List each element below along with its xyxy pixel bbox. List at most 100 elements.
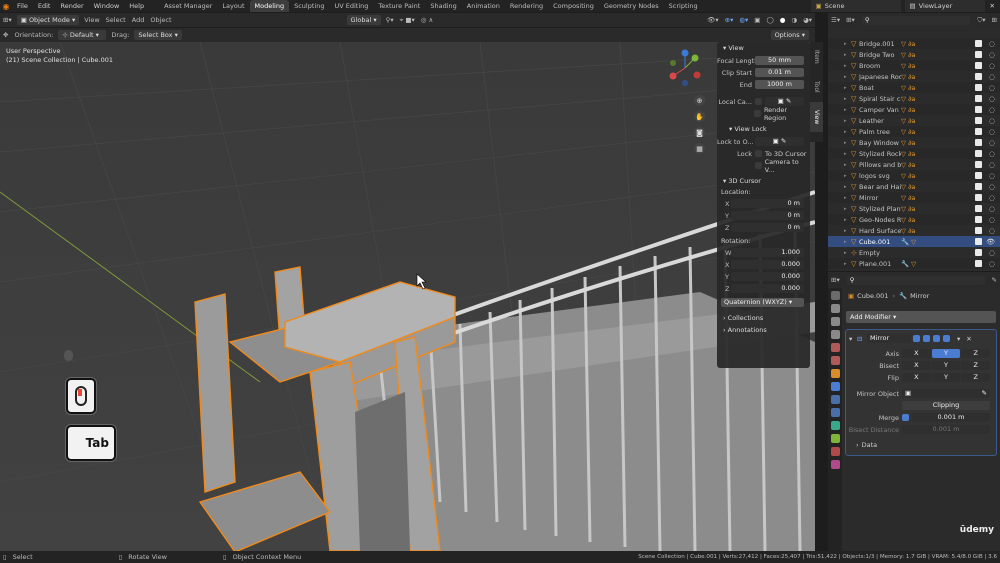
outliner-item-name[interactable]: Stylized Plant [859, 205, 901, 213]
outliner-row[interactable]: ▸ ▽ Palm tree ▽ ∂a ◌ [828, 126, 1000, 137]
outliner-display-mode-icon[interactable]: ⊞▾ [846, 16, 855, 24]
menu-render[interactable]: Render [55, 0, 88, 12]
viewlayer-selector[interactable]: ▤ ViewLayer [904, 0, 985, 12]
shading-rendered-icon[interactable]: ◕▾ [803, 16, 812, 24]
orientation-dropdown[interactable]: ⊹ Default ▾ [58, 30, 107, 40]
texture-tab-icon[interactable] [830, 460, 840, 469]
view-panel-header[interactable]: ▾ View [717, 42, 810, 54]
shading-wireframe-icon[interactable]: ◯ [766, 16, 773, 24]
pan-hand-icon[interactable]: ✋ [694, 111, 705, 122]
visibility-eye-icon[interactable]: ◌ [989, 172, 995, 180]
workspace-tab-compositing[interactable]: Compositing [548, 0, 599, 12]
expand-icon[interactable]: ▸ [844, 41, 851, 47]
outliner-search-input[interactable]: ⚲ [861, 15, 971, 25]
outliner-row[interactable]: ▸▽Plane.002🔧 ▽◌ [828, 269, 1000, 271]
pivot-icon[interactable]: ⚲▾ [386, 16, 394, 24]
expand-icon[interactable]: ▸ [844, 184, 851, 190]
clip-start-field[interactable]: 0.01 m [755, 68, 804, 77]
outliner-row[interactable]: ▸ ▽ Japanese Roof ▽ ∂a ◌ [828, 71, 1000, 82]
expand-icon[interactable]: ▸ [844, 107, 851, 113]
outliner-item-name[interactable]: Pillows and bed [859, 161, 901, 169]
exclude-checkbox[interactable] [975, 172, 982, 179]
outliner-row[interactable]: ▸▽Stylized Rocks▽ ∂a ◌ [828, 148, 1000, 159]
axis-x-toggle[interactable]: X [902, 349, 931, 358]
expand-icon[interactable]: ▸ [844, 195, 851, 201]
render-tab-icon[interactable] [830, 304, 840, 313]
expand-icon[interactable]: ▸ [844, 74, 851, 80]
material-tab-icon[interactable] [830, 447, 840, 456]
visibility-eye-icon[interactable]: ◌ [989, 227, 995, 235]
workspace-tab-modeling[interactable]: Modeling [249, 0, 290, 12]
scene-tab-icon[interactable] [830, 343, 840, 352]
cursor-location-x[interactable]: 0 m [731, 199, 804, 208]
expand-icon[interactable]: ▸ [844, 96, 851, 102]
outliner-item-name[interactable]: Broom [859, 62, 901, 70]
visibility-icon[interactable]: 👁▾ [707, 16, 719, 24]
expand-icon[interactable]: ▸ [844, 162, 851, 168]
mode-dropdown[interactable]: ▣ Object Mode ▾ [16, 15, 80, 25]
outliner-item-name[interactable]: Plane.001 [859, 260, 901, 268]
view-layer-tab-icon[interactable] [830, 330, 840, 339]
local-camera-checkbox[interactable] [755, 98, 762, 105]
outliner-item-name[interactable]: Bridge Two [859, 51, 901, 59]
bisect-x-toggle[interactable]: X [902, 361, 931, 370]
outliner-row[interactable]: ▸ ⊹ Empty ◌ [828, 247, 1000, 258]
constraints-tab-icon[interactable] [830, 421, 840, 430]
outliner-row[interactable]: ▸ ▽ Cube.001 🔧 ▽ 👁 [828, 236, 1000, 247]
pin-icon[interactable]: ✎ [992, 276, 997, 284]
proportional-edit-icon[interactable]: ◎ ∧ [421, 16, 434, 24]
workspace-tab-layout[interactable]: Layout [217, 0, 249, 12]
ortho-grid-icon[interactable]: ▦ [694, 143, 705, 154]
viewport-menu-add[interactable]: Add [132, 16, 145, 24]
outliner-item-name[interactable]: Bay Window [859, 139, 901, 147]
render-region-checkbox[interactable] [753, 110, 761, 117]
navigation-gizmo[interactable] [665, 48, 705, 88]
cage-toggle-icon[interactable] [923, 335, 930, 342]
outliner-row[interactable]: ▸ ▽ Boat ▽ ∂a ◌ [828, 82, 1000, 93]
exclude-checkbox[interactable] [975, 260, 982, 267]
tool-tab-icon[interactable] [830, 291, 840, 300]
workspace-tab-rendering[interactable]: Rendering [505, 0, 548, 12]
exclude-checkbox[interactable] [975, 84, 982, 91]
visibility-eye-icon[interactable]: ◌ [989, 139, 995, 147]
expand-icon[interactable]: ▸ [844, 129, 851, 135]
data-subpanel-header[interactable]: › Data [846, 439, 996, 450]
expand-icon[interactable]: ▸ [844, 118, 851, 124]
outliner-item-name[interactable]: Stylized Rocks [859, 150, 901, 158]
axis-y-toggle[interactable]: Y [931, 349, 961, 358]
outliner-item-name[interactable]: Empty [859, 249, 901, 257]
exclude-checkbox[interactable] [975, 73, 982, 80]
merge-distance-field[interactable]: 0.001 m [912, 413, 990, 422]
exclude-checkbox[interactable] [975, 194, 982, 201]
visibility-eye-icon[interactable]: ◌ [989, 128, 995, 136]
collections-header[interactable]: › Collections [717, 312, 810, 324]
new-collection-icon[interactable]: ⊞ [992, 16, 997, 24]
overlay-icon[interactable]: ◍▾ [739, 16, 748, 24]
exclude-checkbox[interactable] [975, 139, 982, 146]
outliner-item-name[interactable]: Geo-Nodes Rose [859, 216, 901, 224]
expand-icon[interactable]: ▸ [844, 239, 851, 245]
expand-icon[interactable]: ▸ [844, 206, 851, 212]
visibility-eye-icon[interactable]: 👁 [986, 238, 995, 246]
zoom-icon[interactable]: ⊕ [694, 95, 705, 106]
bisect-z-toggle[interactable]: Z [961, 361, 991, 370]
outliner-row[interactable]: ▸ ▽ Leather ▽ ∂a ◌ [828, 115, 1000, 126]
visibility-eye-icon[interactable]: ◌ [989, 249, 995, 257]
exclude-checkbox[interactable] [975, 249, 982, 256]
outliner-row[interactable]: ▸ ▽ Mirror ▽ ∂a ◌ [828, 192, 1000, 203]
workspace-tab-geometry-nodes[interactable]: Geometry Nodes [599, 0, 664, 12]
outliner-row[interactable]: ▸▽Pillows and bed▽ ∂a ◌ [828, 159, 1000, 170]
visibility-eye-icon[interactable]: ◌ [989, 271, 995, 272]
expand-icon[interactable]: ▸ [844, 52, 851, 58]
visibility-eye-icon[interactable]: ◌ [989, 40, 995, 48]
expand-icon[interactable]: ▸ [844, 63, 851, 69]
outliner-item-name[interactable]: Camper Van [859, 106, 901, 114]
expand-icon[interactable]: ▸ [844, 228, 851, 234]
expand-icon[interactable]: ▸ [844, 217, 851, 223]
particles-tab-icon[interactable] [830, 395, 840, 404]
workspace-tab-asset-manager[interactable]: Asset Manager [159, 0, 217, 12]
outliner-item-name[interactable]: Hard Surface [859, 227, 901, 235]
properties-search-input[interactable]: ⚲ [846, 275, 985, 285]
data-tab-icon[interactable] [830, 434, 840, 443]
exclude-checkbox[interactable] [975, 117, 982, 124]
